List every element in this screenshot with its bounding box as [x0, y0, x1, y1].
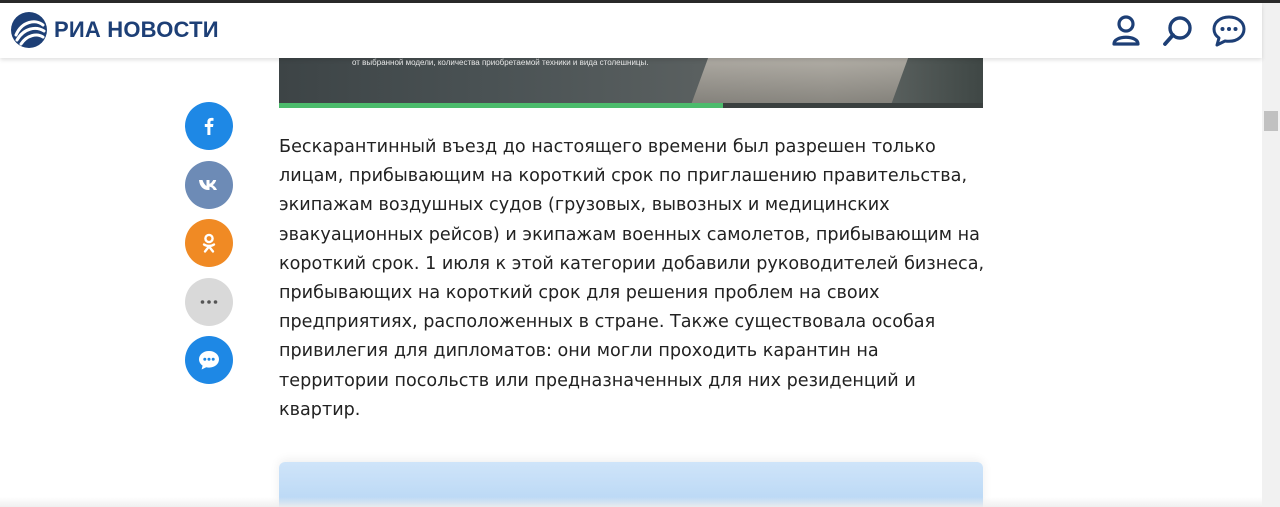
share-odnoklassniki-button[interactable]	[185, 219, 233, 267]
search-icon	[1163, 16, 1192, 46]
ria-logo-icon	[11, 12, 47, 48]
user-button[interactable]	[1109, 14, 1143, 48]
search-button[interactable]	[1161, 14, 1195, 48]
comments-icon	[199, 351, 219, 370]
image-progress-fill	[279, 103, 723, 108]
article-line: привилегия для дипломатов: они могли про…	[279, 341, 879, 362]
share-more-button[interactable]	[185, 278, 233, 326]
odnoklassniki-icon	[202, 233, 216, 253]
hero-image-panel	[689, 58, 909, 108]
bottom-fade	[0, 497, 1262, 507]
image-progress-bar	[279, 103, 983, 108]
page-scrollbar[interactable]	[1262, 3, 1280, 507]
article-line: экипажам воздушных судов (грузовых, выво…	[279, 195, 890, 216]
site-header: РИА НОВОСТИ	[0, 3, 1262, 58]
share-facebook-button[interactable]	[185, 102, 233, 150]
chat-icon	[1212, 15, 1246, 47]
article-line: короткий срок. 1 июля к этой категории д…	[279, 253, 985, 274]
user-icon	[1112, 15, 1140, 46]
article-line: эвакуационных рейсов) и экипажам военных…	[279, 224, 980, 245]
article-paragraph: Бескарантинный въезд до настоящего време…	[279, 133, 989, 425]
logo-text: РИА НОВОСТИ	[54, 17, 219, 42]
hero-image: от выбранной модели, количества приобрет…	[279, 58, 983, 108]
facebook-icon	[204, 117, 214, 135]
article-line: предприятиях, расположенных в стране. Та…	[279, 312, 936, 333]
article-line: лицам, прибывающим на короткий срок по п…	[279, 166, 968, 187]
more-icon	[200, 300, 218, 304]
article-line: территории посольств или предназначенных…	[279, 370, 916, 391]
vk-icon	[199, 180, 217, 190]
article-line: квартир.	[279, 399, 361, 420]
comments-button[interactable]	[185, 336, 233, 384]
hero-caption: от выбранной модели, количества приобрет…	[352, 58, 649, 67]
share-vk-button[interactable]	[185, 161, 233, 209]
scrollbar-thumb[interactable]	[1264, 111, 1278, 131]
article-line: Бескарантинный въезд до настоящего време…	[279, 137, 936, 157]
article-line: прибывающих на короткий срок для решения…	[279, 283, 880, 304]
logo[interactable]: РИА НОВОСТИ	[10, 11, 219, 49]
chat-button[interactable]	[1212, 14, 1246, 48]
